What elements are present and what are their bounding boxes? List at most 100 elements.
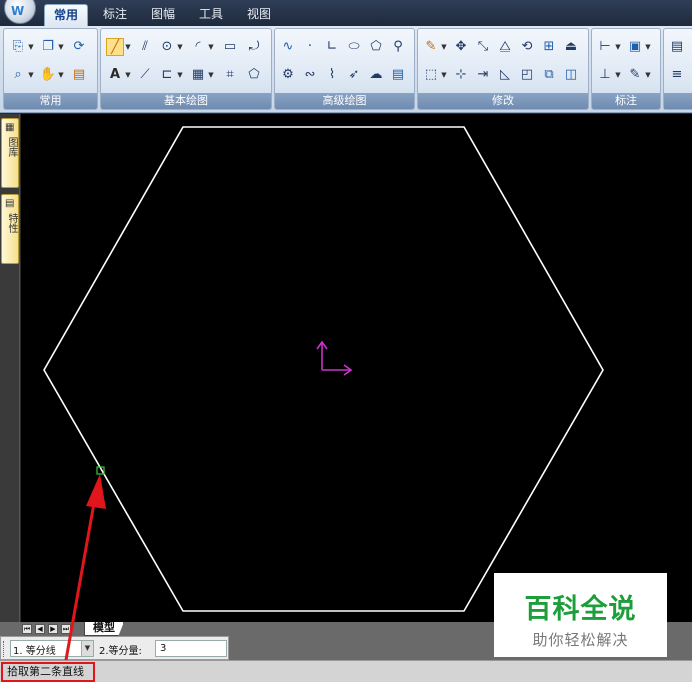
circle-icon[interactable]: ⊙	[158, 38, 176, 56]
app-logo[interactable]: W	[4, 0, 36, 24]
watermark-sub-text: 助你轻松解决	[532, 631, 629, 649]
mirror-icon[interactable]: ⧋	[496, 38, 514, 56]
spline-icon[interactable]: ∿	[279, 38, 297, 56]
drawing-canvas[interactable]	[21, 114, 692, 622]
ribbon-group-label: 基本绘图	[101, 93, 271, 109]
point-icon[interactable]: ·	[301, 38, 319, 56]
next-layout-icon[interactable]: ▶	[48, 624, 58, 634]
parallel-line-icon[interactable]: ⫽	[136, 38, 154, 56]
ordinate-dimension-icon[interactable]: ⊥	[596, 66, 614, 84]
arc-dropdown-icon[interactable]: ▼	[208, 38, 214, 56]
block-icon[interactable]: ⊏	[158, 66, 176, 84]
wave-icon[interactable]: ∾	[301, 66, 319, 84]
block-dropdown-icon[interactable]: ▼	[177, 66, 183, 84]
tab-common[interactable]: 常用	[44, 4, 88, 26]
select-dropdown-icon[interactable]: ▼	[441, 66, 447, 84]
center-line-icon[interactable]: ⟋	[136, 66, 154, 84]
app-logo-text: W	[11, 4, 25, 18]
refresh-icon[interactable]: ⟳	[70, 38, 88, 56]
divide-count-input[interactable]: 3	[155, 640, 227, 657]
pan-dropdown-icon[interactable]: ▼	[58, 66, 64, 84]
line-dropdown-icon[interactable]: ▼	[125, 38, 131, 56]
stretch-icon[interactable]: ⏏	[562, 38, 580, 56]
break-line-icon[interactable]: ⌇	[323, 66, 341, 84]
polygon-icon[interactable]: ⬠	[367, 38, 385, 56]
offset-icon[interactable]: ◫	[562, 66, 580, 84]
trim-icon[interactable]: ⊹	[452, 66, 470, 84]
text-tool-icon[interactable]: A	[106, 66, 124, 84]
move-icon[interactable]: ✥	[452, 38, 470, 56]
scale-icon[interactable]: ⤡	[474, 38, 492, 56]
divide-mode-select[interactable]: 1. 等分线 ▼	[10, 640, 94, 657]
chamfer-icon[interactable]: ◺	[496, 66, 514, 84]
zoom-dropdown-icon[interactable]: ▼	[28, 66, 34, 84]
rectangle-icon[interactable]: ▭	[221, 38, 239, 56]
tab-model[interactable]: 模型	[84, 622, 124, 636]
chevron-down-icon[interactable]: ▼	[81, 641, 93, 656]
dock-tab-properties[interactable]: ▤ 特性	[1, 194, 19, 264]
dimension-box-icon[interactable]: ⌗	[221, 66, 239, 84]
select-box-icon[interactable]: ⬚	[422, 66, 440, 84]
ribbon-group-modify: ✎ ▼ ✥ ⤡ ⧋ ⟲ ⊞ ⏏ ⬚ ▼ ⊹ ⇥ ◺ ◰ ⧉ ◫ 修改	[417, 28, 589, 110]
dimension-style-dropdown-icon[interactable]: ▼	[645, 38, 651, 56]
menu-bar: W 常用 标注 图幅 工具 视图	[0, 0, 692, 26]
tab-sheet[interactable]: 图幅	[144, 4, 182, 26]
angle-icon[interactable]: ∟	[323, 38, 341, 56]
explode-icon[interactable]: ⧉	[540, 66, 558, 84]
gear-icon[interactable]: ⚙	[279, 66, 297, 84]
last-layout-icon[interactable]: ⏭	[61, 624, 71, 634]
tab-view[interactable]: 视图	[240, 4, 278, 26]
array-icon[interactable]: ⊞	[540, 38, 558, 56]
linear-dimension-icon[interactable]: ⊢	[596, 38, 614, 56]
ordinate-dropdown-icon[interactable]: ▼	[615, 66, 621, 84]
ucs-axis-icon	[316, 340, 353, 376]
fillet-icon[interactable]: ◰	[518, 66, 536, 84]
line-tool-icon[interactable]: ╱	[106, 38, 124, 56]
prev-layout-icon[interactable]: ◀	[35, 624, 45, 634]
table-icon[interactable]: ▤	[389, 66, 407, 84]
arc-icon[interactable]: ◜	[189, 38, 207, 56]
toolbar-grip[interactable]	[3, 641, 6, 657]
ribbon-group-label: 高级绘图	[275, 93, 414, 109]
properties-icon[interactable]: ▤	[668, 38, 686, 56]
hatch-icon[interactable]: ▦	[189, 66, 207, 84]
pan-icon[interactable]: ✋	[39, 66, 57, 84]
hexagon-shape[interactable]	[43, 126, 604, 612]
copy-icon[interactable]: ❐	[39, 38, 57, 56]
arrow-tool-icon[interactable]: ➶	[345, 66, 363, 84]
edit-dimension-icon[interactable]: ✎	[626, 66, 644, 84]
left-dock: ▦ 图库 ▤ 特性	[0, 114, 20, 624]
ribbon-group-label: 常用	[4, 93, 97, 109]
symbol-icon[interactable]: ⚲	[389, 38, 407, 56]
erase-dropdown-icon[interactable]: ▼	[441, 38, 447, 56]
ellipse-icon[interactable]: ⬭	[345, 38, 363, 56]
ribbon-group-label-partial	[664, 93, 692, 109]
cloud-icon[interactable]: ☁	[367, 66, 385, 84]
dimension-style-icon[interactable]: ▣	[626, 38, 644, 56]
first-layout-icon[interactable]: ⏮	[22, 624, 32, 634]
command-panel: 1. 等分线 ▼ 2.等分量: 3	[0, 636, 229, 660]
dimension-dropdown-icon[interactable]: ▼	[615, 38, 621, 56]
tab-tools[interactable]: 工具	[192, 4, 230, 26]
circle-dropdown-icon[interactable]: ▼	[177, 38, 183, 56]
hatch-dropdown-icon[interactable]: ▼	[208, 66, 214, 84]
edit-dimension-dropdown-icon[interactable]: ▼	[645, 66, 651, 84]
erase-icon[interactable]: ✎	[422, 38, 440, 56]
copy-dropdown-icon[interactable]: ▼	[58, 38, 64, 56]
ribbon-group-partial: ▤ ≡	[663, 28, 692, 110]
linetype-icon[interactable]: ≡	[668, 66, 686, 84]
paste-dropdown-icon[interactable]: ▼	[28, 38, 34, 56]
ribbon-group-common: ⎘ ▼ ❐ ▼ ⟳ ⌕ ▼ ✋ ▼ ▤ 常用	[3, 28, 98, 110]
layer-icon[interactable]: ▤	[70, 66, 88, 84]
extend-icon[interactable]: ⇥	[474, 66, 492, 84]
text-dropdown-icon[interactable]: ▼	[125, 66, 131, 84]
drawing-svg	[43, 126, 604, 612]
region-icon[interactable]: ⬠	[245, 66, 263, 84]
polyline-icon[interactable]: ⤾	[245, 38, 263, 56]
tab-dimension[interactable]: 标注	[96, 4, 134, 26]
zoom-icon[interactable]: ⌕	[9, 66, 27, 84]
dock-tab-library[interactable]: ▦ 图库	[1, 118, 19, 188]
paste-icon[interactable]: ⎘	[9, 38, 27, 56]
divide-count-label: 2.等分量:	[99, 646, 142, 657]
rotate-icon[interactable]: ⟲	[518, 38, 536, 56]
